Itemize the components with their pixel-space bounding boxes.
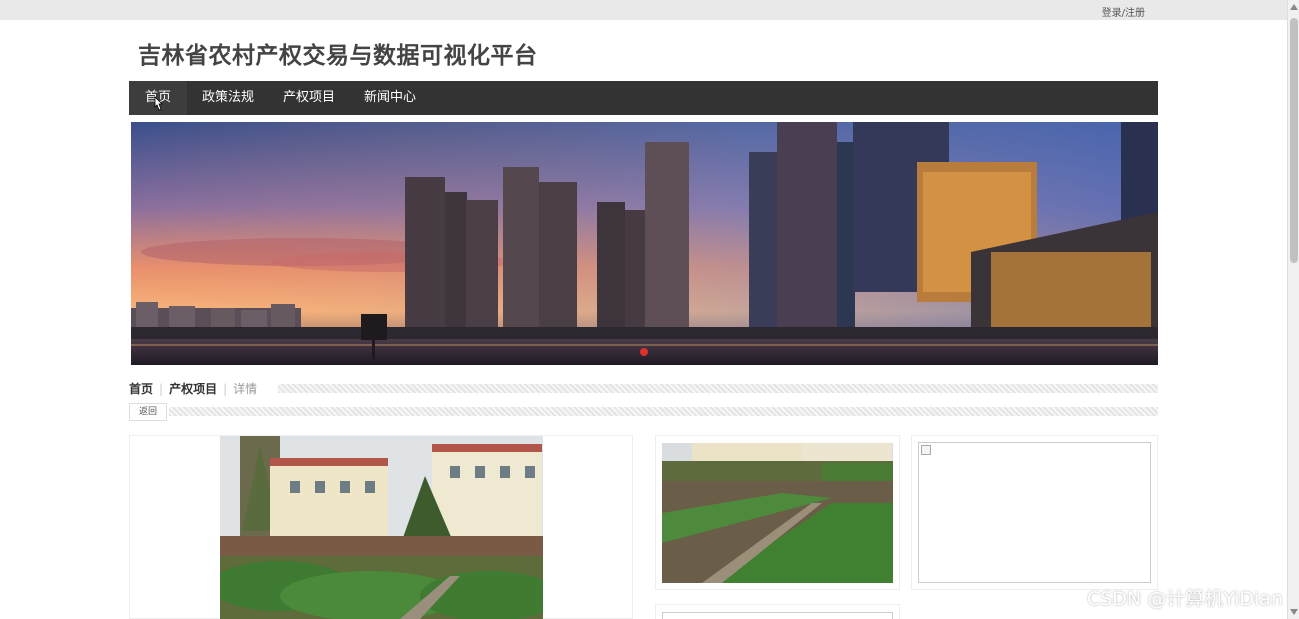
- mouse-cursor-icon: [154, 96, 163, 111]
- watermark: CSDN @计算机YiDian: [1086, 588, 1283, 610]
- breadcrumb-separator: |: [159, 382, 164, 396]
- top-bar: 登录/注册: [0, 0, 1287, 20]
- breadcrumb-current: 详情: [233, 382, 258, 396]
- site-title: 吉林省农村产权交易与数据可视化平台: [138, 43, 538, 69]
- toolbar-divider: [169, 407, 1158, 416]
- breadcrumb-divider: [278, 384, 1158, 393]
- city-banner-image: [131, 122, 1158, 365]
- breadcrumb: 首页 | 产权项目 | 详情: [129, 380, 257, 397]
- broken-image-placeholder[interactable]: [918, 442, 1151, 583]
- scrollbar-thumb[interactable]: [1290, 18, 1298, 263]
- back-button[interactable]: 返回: [129, 403, 167, 421]
- broken-image-placeholder[interactable]: [662, 612, 893, 619]
- broken-image-icon: [921, 445, 931, 455]
- nav-item-news[interactable]: 新闻中心: [348, 81, 432, 115]
- page-scrollbar[interactable]: [1287, 0, 1299, 619]
- main-project-image[interactable]: [220, 436, 543, 619]
- breadcrumb-section[interactable]: 产权项目: [169, 382, 217, 396]
- login-register-link[interactable]: 登录/注册: [1102, 4, 1145, 19]
- scroll-up-icon[interactable]: [1290, 4, 1298, 10]
- main-nav: 首页 政策法规 产权项目 新闻中心: [129, 81, 1158, 115]
- nav-item-policy[interactable]: 政策法规: [186, 81, 270, 115]
- breadcrumb-separator: |: [223, 382, 228, 396]
- thumbnail-image[interactable]: [662, 443, 893, 583]
- scroll-down-icon[interactable]: [1290, 609, 1298, 615]
- breadcrumb-home[interactable]: 首页: [129, 382, 153, 396]
- nav-item-projects[interactable]: 产权项目: [267, 81, 351, 115]
